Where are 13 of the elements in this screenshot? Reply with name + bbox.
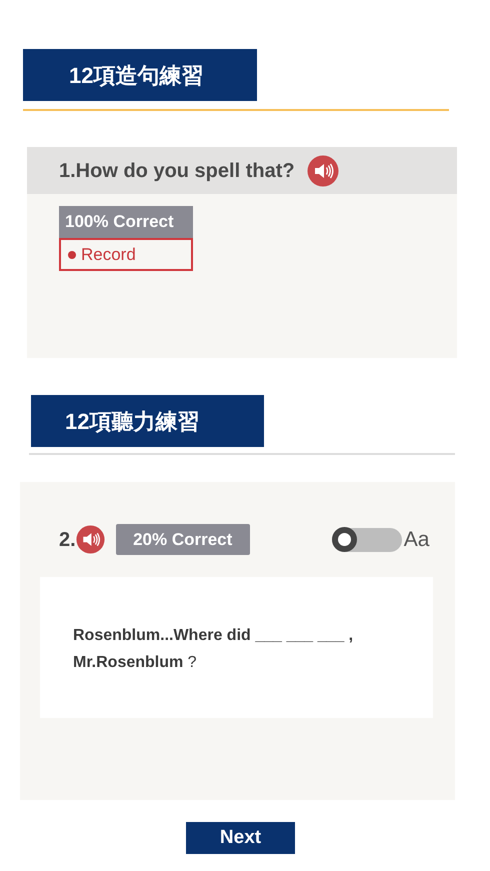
- toggle-switch[interactable]: [332, 528, 402, 552]
- question-number: 2.: [59, 528, 76, 552]
- sentence-text: Rosenblum...Where did ___ ___ ___ , Mr.Rosenblum ?: [73, 626, 354, 673]
- speaker-icon[interactable]: [76, 525, 105, 554]
- next-button[interactable]: Next: [186, 822, 295, 854]
- speaker-icon[interactable]: [306, 154, 339, 186]
- record-button[interactable]: Record: [59, 238, 193, 271]
- question-text: 1.How do you spell that?: [59, 160, 295, 180]
- score-badge: 100% Correct: [59, 206, 193, 238]
- font-label: Aa: [404, 526, 430, 553]
- section-title: 12項造句練習: [69, 62, 204, 90]
- section-title: 12項聽力練習: [65, 408, 200, 436]
- score-badge: 20% Correct: [116, 524, 250, 555]
